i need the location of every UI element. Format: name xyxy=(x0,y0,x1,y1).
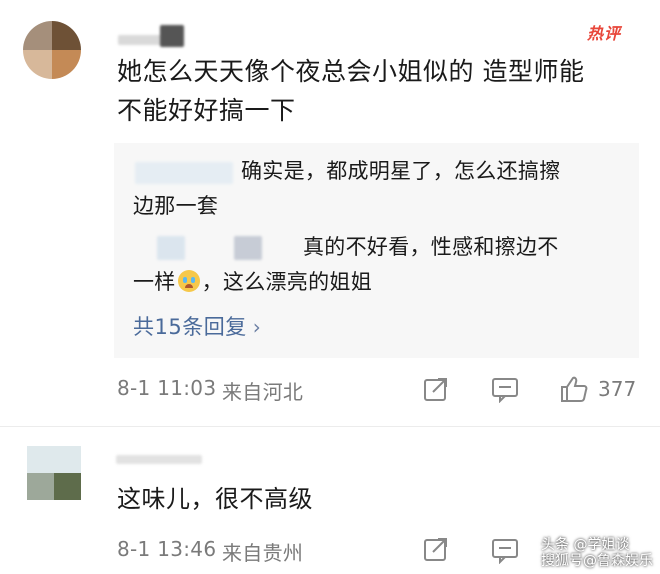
comment-icon[interactable] xyxy=(491,538,519,564)
reply-text: 边那一套 xyxy=(133,194,219,218)
reply-text: 一样 ，这么漂亮的姐姐 xyxy=(133,270,373,294)
like-count: 377 xyxy=(598,377,637,401)
reply-username-blurred[interactable] xyxy=(157,236,185,260)
watermark: 头条 @学姐谈 搜狐号@鲁森娱乐 xyxy=(541,537,653,569)
comment-date: 8-1 11:03 xyxy=(117,376,217,400)
view-all-replies-link[interactable]: 共15条回复 › xyxy=(133,311,261,341)
avatar[interactable] xyxy=(27,446,81,500)
hot-comment-badge: 热评 xyxy=(587,24,622,43)
thumbs-up-icon[interactable] xyxy=(559,374,589,404)
crying-face-emoji-icon xyxy=(177,270,200,292)
username-blurred xyxy=(160,25,184,47)
avatar[interactable] xyxy=(23,21,81,79)
chevron-right-icon: › xyxy=(252,315,262,339)
share-icon[interactable] xyxy=(423,536,449,562)
reply-username-blurred[interactable] xyxy=(234,236,262,260)
comment-date: 8-1 13:46 xyxy=(117,537,217,561)
comment-location: 来自河北 xyxy=(222,380,304,404)
comment-text: 这味儿，很不高级 xyxy=(117,485,313,513)
share-icon[interactable] xyxy=(423,376,449,402)
username-blurred[interactable] xyxy=(116,455,202,464)
comment-icon[interactable] xyxy=(491,377,519,403)
comment-location: 来自贵州 xyxy=(222,541,304,565)
divider xyxy=(0,426,660,427)
reply-text: 真的不好看，性感和擦边不 xyxy=(303,235,559,259)
comment-text: 她怎么天天像个夜总会小姐似的 造型师能 不能好好搞一下 xyxy=(117,57,585,125)
reply-text: 确实是，都成明星了，怎么还搞擦 xyxy=(241,159,561,183)
reply-username-blurred[interactable] xyxy=(135,162,233,184)
